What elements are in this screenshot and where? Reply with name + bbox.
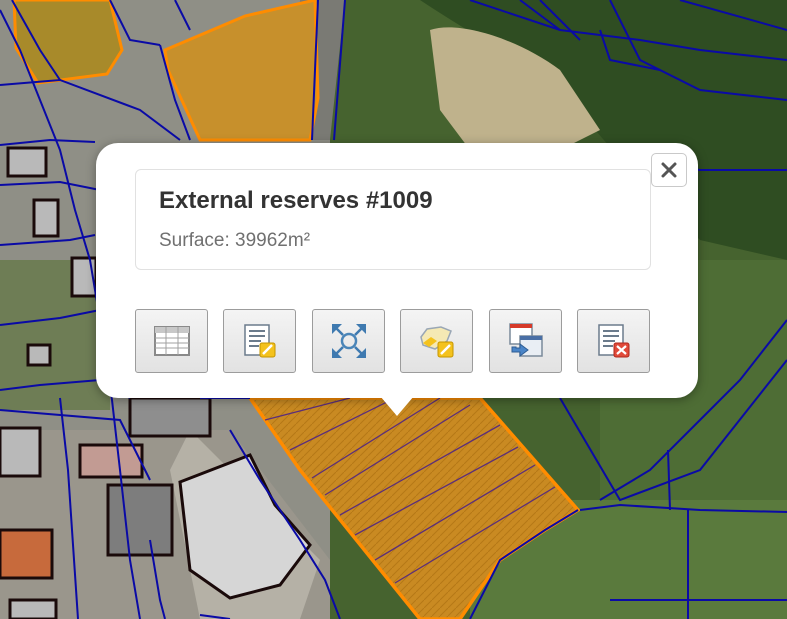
feature-title: External reserves #1009	[159, 187, 433, 214]
feature-popup: External reserves #1009 Surface: 39962m²	[96, 143, 698, 398]
close-icon	[661, 162, 677, 178]
highlighted-parcel[interactable]	[12, 0, 124, 85]
transfer-feature-button[interactable]	[489, 309, 562, 373]
edit-attributes-button[interactable]	[223, 309, 296, 373]
feature-surface: Surface: 39962m²	[159, 230, 311, 251]
popup-pointer	[380, 396, 414, 416]
attribute-table-button[interactable]	[135, 309, 208, 373]
feature-info-box: External reserves #1009 Surface: 39962m²	[135, 169, 651, 270]
edit-geometry-icon	[419, 326, 453, 358]
delete-feature-button[interactable]	[577, 309, 650, 373]
edit-attributes-icon	[243, 324, 275, 358]
close-button[interactable]	[651, 153, 687, 187]
attribute-table-icon	[153, 326, 190, 356]
zoom-to-feature-button[interactable]	[312, 309, 385, 373]
zoom-to-feature-icon	[331, 324, 366, 358]
transfer-feature-icon	[508, 323, 543, 357]
delete-feature-icon	[597, 324, 629, 358]
edit-geometry-button[interactable]	[400, 309, 473, 373]
